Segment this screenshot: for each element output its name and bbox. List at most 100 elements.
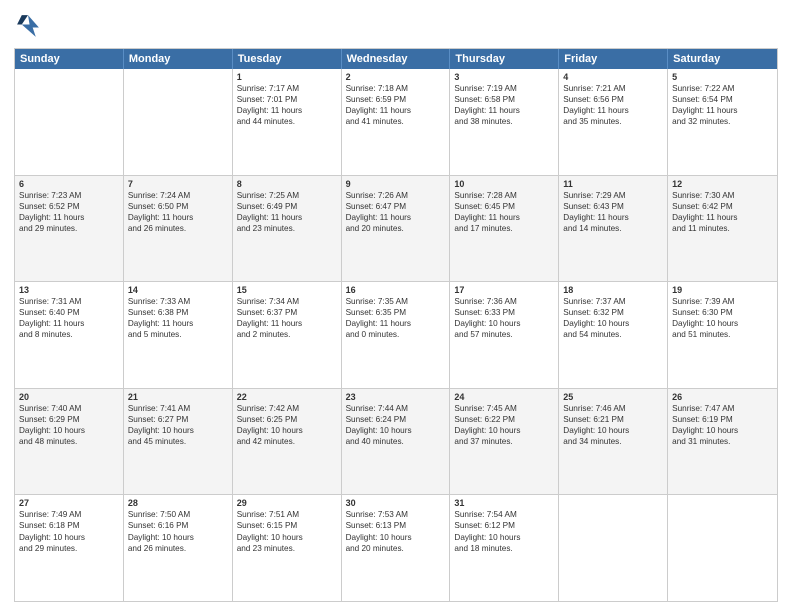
cell-line: Daylight: 10 hours bbox=[672, 318, 773, 329]
cell-line: Daylight: 10 hours bbox=[454, 318, 554, 329]
cell-line: and 40 minutes. bbox=[346, 436, 446, 447]
calendar-cell: 22Sunrise: 7:42 AMSunset: 6:25 PMDayligh… bbox=[233, 389, 342, 495]
logo bbox=[14, 12, 46, 40]
cell-line: Daylight: 11 hours bbox=[563, 212, 663, 223]
day-number: 15 bbox=[237, 285, 337, 295]
calendar-cell bbox=[668, 495, 777, 601]
calendar-cell: 1Sunrise: 7:17 AMSunset: 7:01 PMDaylight… bbox=[233, 69, 342, 175]
cell-line: Sunset: 6:33 PM bbox=[454, 307, 554, 318]
cell-line: Sunrise: 7:46 AM bbox=[563, 403, 663, 414]
cell-line: and 35 minutes. bbox=[563, 116, 663, 127]
cell-line: and 18 minutes. bbox=[454, 543, 554, 554]
day-number: 31 bbox=[454, 498, 554, 508]
cell-line: and 14 minutes. bbox=[563, 223, 663, 234]
calendar-header-cell: Sunday bbox=[15, 49, 124, 69]
cell-line: Daylight: 11 hours bbox=[672, 105, 773, 116]
calendar-cell: 9Sunrise: 7:26 AMSunset: 6:47 PMDaylight… bbox=[342, 176, 451, 282]
calendar-row: 1Sunrise: 7:17 AMSunset: 7:01 PMDaylight… bbox=[15, 69, 777, 176]
calendar-cell: 29Sunrise: 7:51 AMSunset: 6:15 PMDayligh… bbox=[233, 495, 342, 601]
day-number: 4 bbox=[563, 72, 663, 82]
calendar-cell: 8Sunrise: 7:25 AMSunset: 6:49 PMDaylight… bbox=[233, 176, 342, 282]
calendar-cell: 24Sunrise: 7:45 AMSunset: 6:22 PMDayligh… bbox=[450, 389, 559, 495]
day-number: 17 bbox=[454, 285, 554, 295]
cell-line: Sunrise: 7:54 AM bbox=[454, 509, 554, 520]
cell-line: and 41 minutes. bbox=[346, 116, 446, 127]
cell-line: and 26 minutes. bbox=[128, 223, 228, 234]
day-number: 8 bbox=[237, 179, 337, 189]
day-number: 13 bbox=[19, 285, 119, 295]
cell-line: Daylight: 11 hours bbox=[346, 318, 446, 329]
calendar-row: 13Sunrise: 7:31 AMSunset: 6:40 PMDayligh… bbox=[15, 282, 777, 389]
cell-line: Daylight: 11 hours bbox=[346, 212, 446, 223]
cell-line: and 20 minutes. bbox=[346, 543, 446, 554]
day-number: 12 bbox=[672, 179, 773, 189]
day-number: 23 bbox=[346, 392, 446, 402]
cell-line: Sunset: 6:59 PM bbox=[346, 94, 446, 105]
calendar-cell: 12Sunrise: 7:30 AMSunset: 6:42 PMDayligh… bbox=[668, 176, 777, 282]
cell-line: and 29 minutes. bbox=[19, 543, 119, 554]
cell-line: Sunrise: 7:17 AM bbox=[237, 83, 337, 94]
cell-line: Sunset: 6:52 PM bbox=[19, 201, 119, 212]
day-number: 14 bbox=[128, 285, 228, 295]
cell-line: Sunrise: 7:34 AM bbox=[237, 296, 337, 307]
cell-line: and 23 minutes. bbox=[237, 223, 337, 234]
cell-line: Sunset: 6:54 PM bbox=[672, 94, 773, 105]
cell-line: Sunset: 6:37 PM bbox=[237, 307, 337, 318]
cell-line: and 45 minutes. bbox=[128, 436, 228, 447]
cell-line: Sunrise: 7:25 AM bbox=[237, 190, 337, 201]
cell-line: Sunset: 6:50 PM bbox=[128, 201, 228, 212]
cell-line: and 17 minutes. bbox=[454, 223, 554, 234]
day-number: 10 bbox=[454, 179, 554, 189]
cell-line: Sunset: 6:21 PM bbox=[563, 414, 663, 425]
cell-line: Daylight: 10 hours bbox=[128, 425, 228, 436]
cell-line: Daylight: 10 hours bbox=[454, 532, 554, 543]
cell-line: Sunrise: 7:44 AM bbox=[346, 403, 446, 414]
cell-line: Sunrise: 7:49 AM bbox=[19, 509, 119, 520]
cell-line: and 42 minutes. bbox=[237, 436, 337, 447]
calendar-cell: 4Sunrise: 7:21 AMSunset: 6:56 PMDaylight… bbox=[559, 69, 668, 175]
calendar-cell: 27Sunrise: 7:49 AMSunset: 6:18 PMDayligh… bbox=[15, 495, 124, 601]
cell-line: Sunrise: 7:26 AM bbox=[346, 190, 446, 201]
calendar-cell bbox=[15, 69, 124, 175]
cell-line: and 51 minutes. bbox=[672, 329, 773, 340]
logo-icon bbox=[14, 12, 42, 40]
cell-line: Sunset: 6:40 PM bbox=[19, 307, 119, 318]
cell-line: Sunrise: 7:29 AM bbox=[563, 190, 663, 201]
cell-line: Sunrise: 7:41 AM bbox=[128, 403, 228, 414]
cell-line: Sunset: 6:13 PM bbox=[346, 520, 446, 531]
cell-line: Sunset: 6:19 PM bbox=[672, 414, 773, 425]
cell-line: Sunrise: 7:36 AM bbox=[454, 296, 554, 307]
calendar-cell: 17Sunrise: 7:36 AMSunset: 6:33 PMDayligh… bbox=[450, 282, 559, 388]
cell-line: Daylight: 11 hours bbox=[19, 318, 119, 329]
calendar-row: 6Sunrise: 7:23 AMSunset: 6:52 PMDaylight… bbox=[15, 176, 777, 283]
calendar-header: SundayMondayTuesdayWednesdayThursdayFrid… bbox=[15, 49, 777, 69]
cell-line: and 5 minutes. bbox=[128, 329, 228, 340]
cell-line: and 0 minutes. bbox=[346, 329, 446, 340]
day-number: 9 bbox=[346, 179, 446, 189]
day-number: 3 bbox=[454, 72, 554, 82]
cell-line: Sunset: 6:29 PM bbox=[19, 414, 119, 425]
cell-line: Daylight: 11 hours bbox=[454, 212, 554, 223]
cell-line: Daylight: 11 hours bbox=[128, 318, 228, 329]
cell-line: and 54 minutes. bbox=[563, 329, 663, 340]
calendar-cell: 14Sunrise: 7:33 AMSunset: 6:38 PMDayligh… bbox=[124, 282, 233, 388]
cell-line: Daylight: 11 hours bbox=[128, 212, 228, 223]
cell-line: Sunrise: 7:33 AM bbox=[128, 296, 228, 307]
cell-line: Sunset: 6:32 PM bbox=[563, 307, 663, 318]
cell-line: Sunrise: 7:45 AM bbox=[454, 403, 554, 414]
cell-line: and 23 minutes. bbox=[237, 543, 337, 554]
cell-line: Sunset: 6:49 PM bbox=[237, 201, 337, 212]
cell-line: Sunset: 6:58 PM bbox=[454, 94, 554, 105]
cell-line: Sunset: 6:15 PM bbox=[237, 520, 337, 531]
calendar-cell bbox=[124, 69, 233, 175]
cell-line: Daylight: 10 hours bbox=[128, 532, 228, 543]
cell-line: Sunrise: 7:19 AM bbox=[454, 83, 554, 94]
cell-line: Sunset: 7:01 PM bbox=[237, 94, 337, 105]
calendar-cell: 10Sunrise: 7:28 AMSunset: 6:45 PMDayligh… bbox=[450, 176, 559, 282]
cell-line: Sunset: 6:22 PM bbox=[454, 414, 554, 425]
header bbox=[14, 12, 778, 40]
cell-line: Daylight: 10 hours bbox=[346, 532, 446, 543]
calendar: SundayMondayTuesdayWednesdayThursdayFrid… bbox=[14, 48, 778, 602]
cell-line: Sunset: 6:12 PM bbox=[454, 520, 554, 531]
calendar-header-cell: Friday bbox=[559, 49, 668, 69]
